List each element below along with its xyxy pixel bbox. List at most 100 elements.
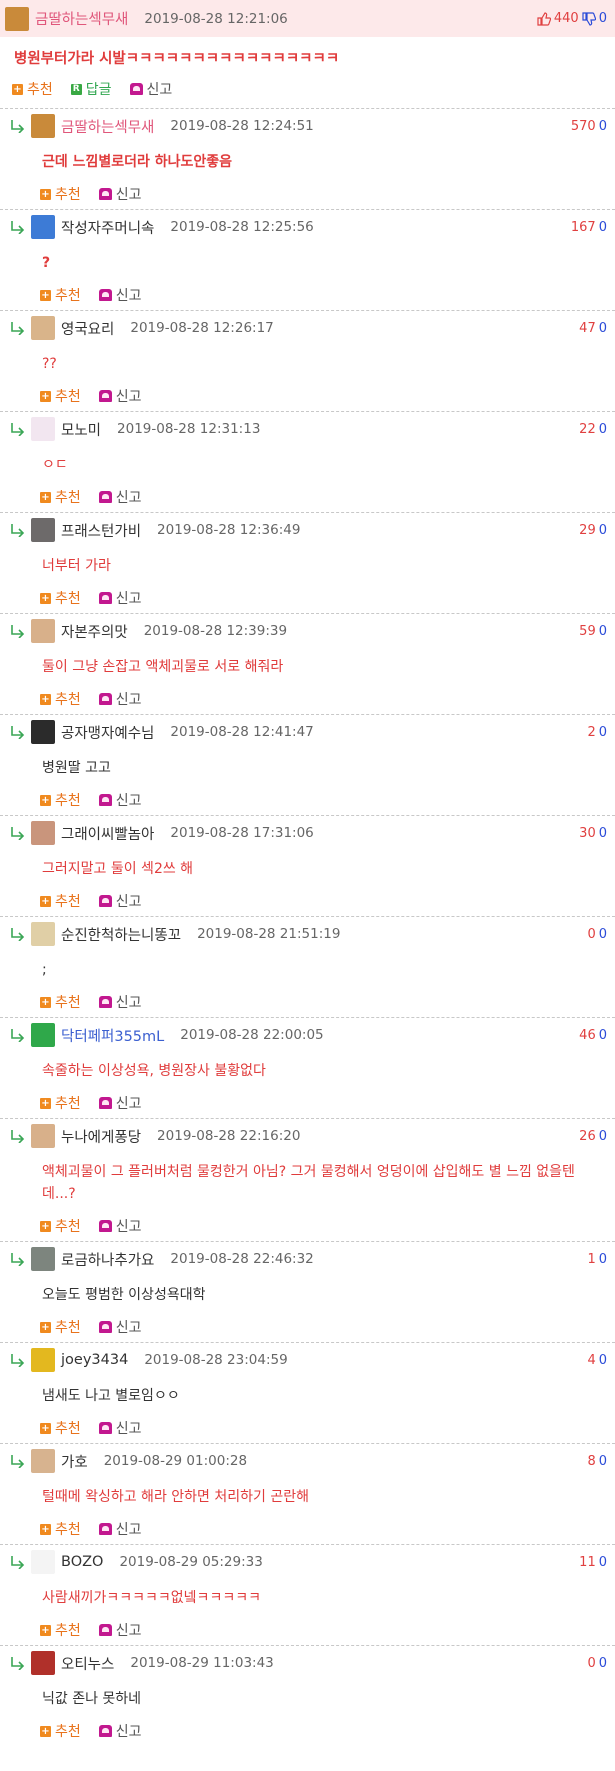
comment-author[interactable]: 영국요리 (61, 318, 114, 339)
comment-author[interactable]: 닥터페퍼355mL (61, 1025, 164, 1046)
comment-avatar[interactable] (31, 417, 55, 441)
recommend-button[interactable]: + 추천 (40, 1317, 81, 1337)
recommend-button[interactable]: + 추천 (40, 487, 81, 507)
comment-upvote-count[interactable]: 1 (587, 1252, 595, 1267)
comment-avatar[interactable] (31, 1247, 55, 1271)
comment-downvote-count[interactable]: 0 (599, 1656, 607, 1671)
comment-upvote-count[interactable]: 47 (579, 321, 596, 336)
report-button[interactable]: 신고 (98, 1317, 142, 1337)
report-button[interactable]: 신고 (98, 386, 142, 406)
report-button[interactable]: 신고 (98, 487, 142, 507)
comment-author[interactable]: 그래이씨빨놈아 (61, 823, 154, 844)
recommend-button[interactable]: + 추천 (40, 891, 81, 911)
comment-author[interactable]: 오티누스 (61, 1653, 114, 1674)
comment-downvote-count[interactable]: 0 (599, 1252, 607, 1267)
comment-avatar[interactable] (31, 1023, 55, 1047)
thumbs-up-icon[interactable] (537, 11, 551, 26)
comment-avatar[interactable] (31, 1651, 55, 1675)
comment-author[interactable]: 순진한척하는니똥꼬 (61, 924, 181, 945)
comment-downvote-count[interactable]: 0 (599, 1028, 607, 1043)
recommend-button[interactable]: + 추천 (40, 1519, 81, 1539)
report-button[interactable]: 신고 (98, 1519, 142, 1539)
comment-author[interactable]: 로금하나추가요 (61, 1249, 154, 1270)
recommend-button[interactable]: + 추천 (40, 588, 81, 608)
comment-avatar[interactable] (31, 821, 55, 845)
author-name[interactable]: 금딸하는섹무새 (35, 8, 128, 29)
comment-author[interactable]: 모노미 (61, 419, 101, 440)
comment-avatar[interactable] (31, 1124, 55, 1148)
comment-upvote-count[interactable]: 8 (587, 1454, 595, 1469)
report-button[interactable]: 신고 (98, 1620, 142, 1640)
comment-upvote-count[interactable]: 11 (579, 1555, 596, 1570)
comment-avatar[interactable] (31, 215, 55, 239)
recommend-button[interactable]: + 추천 (40, 1620, 81, 1640)
comment-author[interactable]: joey3434 (61, 1352, 128, 1368)
report-button[interactable]: 신고 (98, 891, 142, 911)
comment-avatar[interactable] (31, 114, 55, 138)
comment-upvote-count[interactable]: 2 (587, 725, 595, 740)
comment-downvote-count[interactable]: 0 (599, 927, 607, 942)
report-button[interactable]: 신고 (98, 790, 142, 810)
comment-author[interactable]: 금딸하는섹무새 (61, 116, 154, 137)
comment-downvote-count[interactable]: 0 (599, 826, 607, 841)
report-button[interactable]: 신고 (98, 588, 142, 608)
report-button[interactable]: 신고 (98, 1216, 142, 1236)
report-button[interactable]: 신고 (98, 1721, 142, 1741)
report-button[interactable]: 신고 (98, 1093, 142, 1113)
comment-avatar[interactable] (31, 316, 55, 340)
comment-avatar[interactable] (31, 720, 55, 744)
comment-avatar[interactable] (31, 518, 55, 542)
report-button[interactable]: 신고 (129, 79, 172, 99)
comment-avatar[interactable] (31, 619, 55, 643)
report-button[interactable]: 신고 (98, 184, 142, 204)
comment-downvote-count[interactable]: 0 (599, 220, 607, 235)
recommend-button[interactable]: + 추천 (40, 1093, 81, 1113)
comment-downvote-count[interactable]: 0 (599, 321, 607, 336)
comment-author[interactable]: 자본주의맛 (61, 621, 128, 642)
comment-upvote-count[interactable]: 29 (579, 523, 596, 538)
reply-button[interactable]: R 답글 (70, 79, 112, 99)
comment-avatar[interactable] (31, 922, 55, 946)
recommend-button[interactable]: + 추천 (12, 79, 53, 99)
comment-downvote-count[interactable]: 0 (599, 624, 607, 639)
comment-upvote-count[interactable]: 167 (571, 220, 596, 235)
recommend-button[interactable]: + 추천 (40, 1418, 81, 1438)
comment-author[interactable]: 작성자주머니속 (61, 217, 154, 238)
recommend-button[interactable]: + 추천 (40, 992, 81, 1012)
recommend-button[interactable]: + 추천 (40, 689, 81, 709)
report-button[interactable]: 신고 (98, 689, 142, 709)
report-button[interactable]: 신고 (98, 285, 142, 305)
report-button[interactable]: 신고 (98, 1418, 142, 1438)
comment-downvote-count[interactable]: 0 (599, 523, 607, 538)
comment-upvote-count[interactable]: 0 (587, 1656, 595, 1671)
comment-avatar[interactable] (31, 1449, 55, 1473)
report-button[interactable]: 신고 (98, 992, 142, 1012)
comment-downvote-count[interactable]: 0 (599, 725, 607, 740)
recommend-button[interactable]: + 추천 (40, 790, 81, 810)
author-avatar[interactable] (5, 6, 29, 31)
comment-upvote-count[interactable]: 22 (579, 422, 596, 437)
comment-upvote-count[interactable]: 570 (571, 119, 596, 134)
comment-downvote-count[interactable]: 0 (599, 1555, 607, 1570)
comment-upvote-count[interactable]: 0 (587, 927, 595, 942)
recommend-button[interactable]: + 추천 (40, 386, 81, 406)
comment-downvote-count[interactable]: 0 (599, 422, 607, 437)
comment-upvote-count[interactable]: 46 (579, 1028, 596, 1043)
comment-author[interactable]: 프래스턴가비 (61, 520, 141, 541)
comment-downvote-count[interactable]: 0 (599, 1454, 607, 1469)
comment-author[interactable]: 누나에게퐁당 (61, 1126, 141, 1147)
comment-author[interactable]: BOZO (61, 1554, 103, 1570)
recommend-button[interactable]: + 추천 (40, 1721, 81, 1741)
comment-upvote-count[interactable]: 30 (579, 826, 596, 841)
comment-author[interactable]: 가호 (61, 1451, 88, 1472)
comment-downvote-count[interactable]: 0 (599, 1353, 607, 1368)
comment-author[interactable]: 공자맹자예수님 (61, 722, 154, 743)
comment-upvote-count[interactable]: 4 (587, 1353, 595, 1368)
comment-avatar[interactable] (31, 1348, 55, 1372)
comment-upvote-count[interactable]: 26 (579, 1129, 596, 1144)
recommend-button[interactable]: + 추천 (40, 285, 81, 305)
thumbs-down-icon[interactable] (582, 11, 596, 26)
comment-downvote-count[interactable]: 0 (599, 1129, 607, 1144)
recommend-button[interactable]: + 추천 (40, 184, 81, 204)
recommend-button[interactable]: + 추천 (40, 1216, 81, 1236)
